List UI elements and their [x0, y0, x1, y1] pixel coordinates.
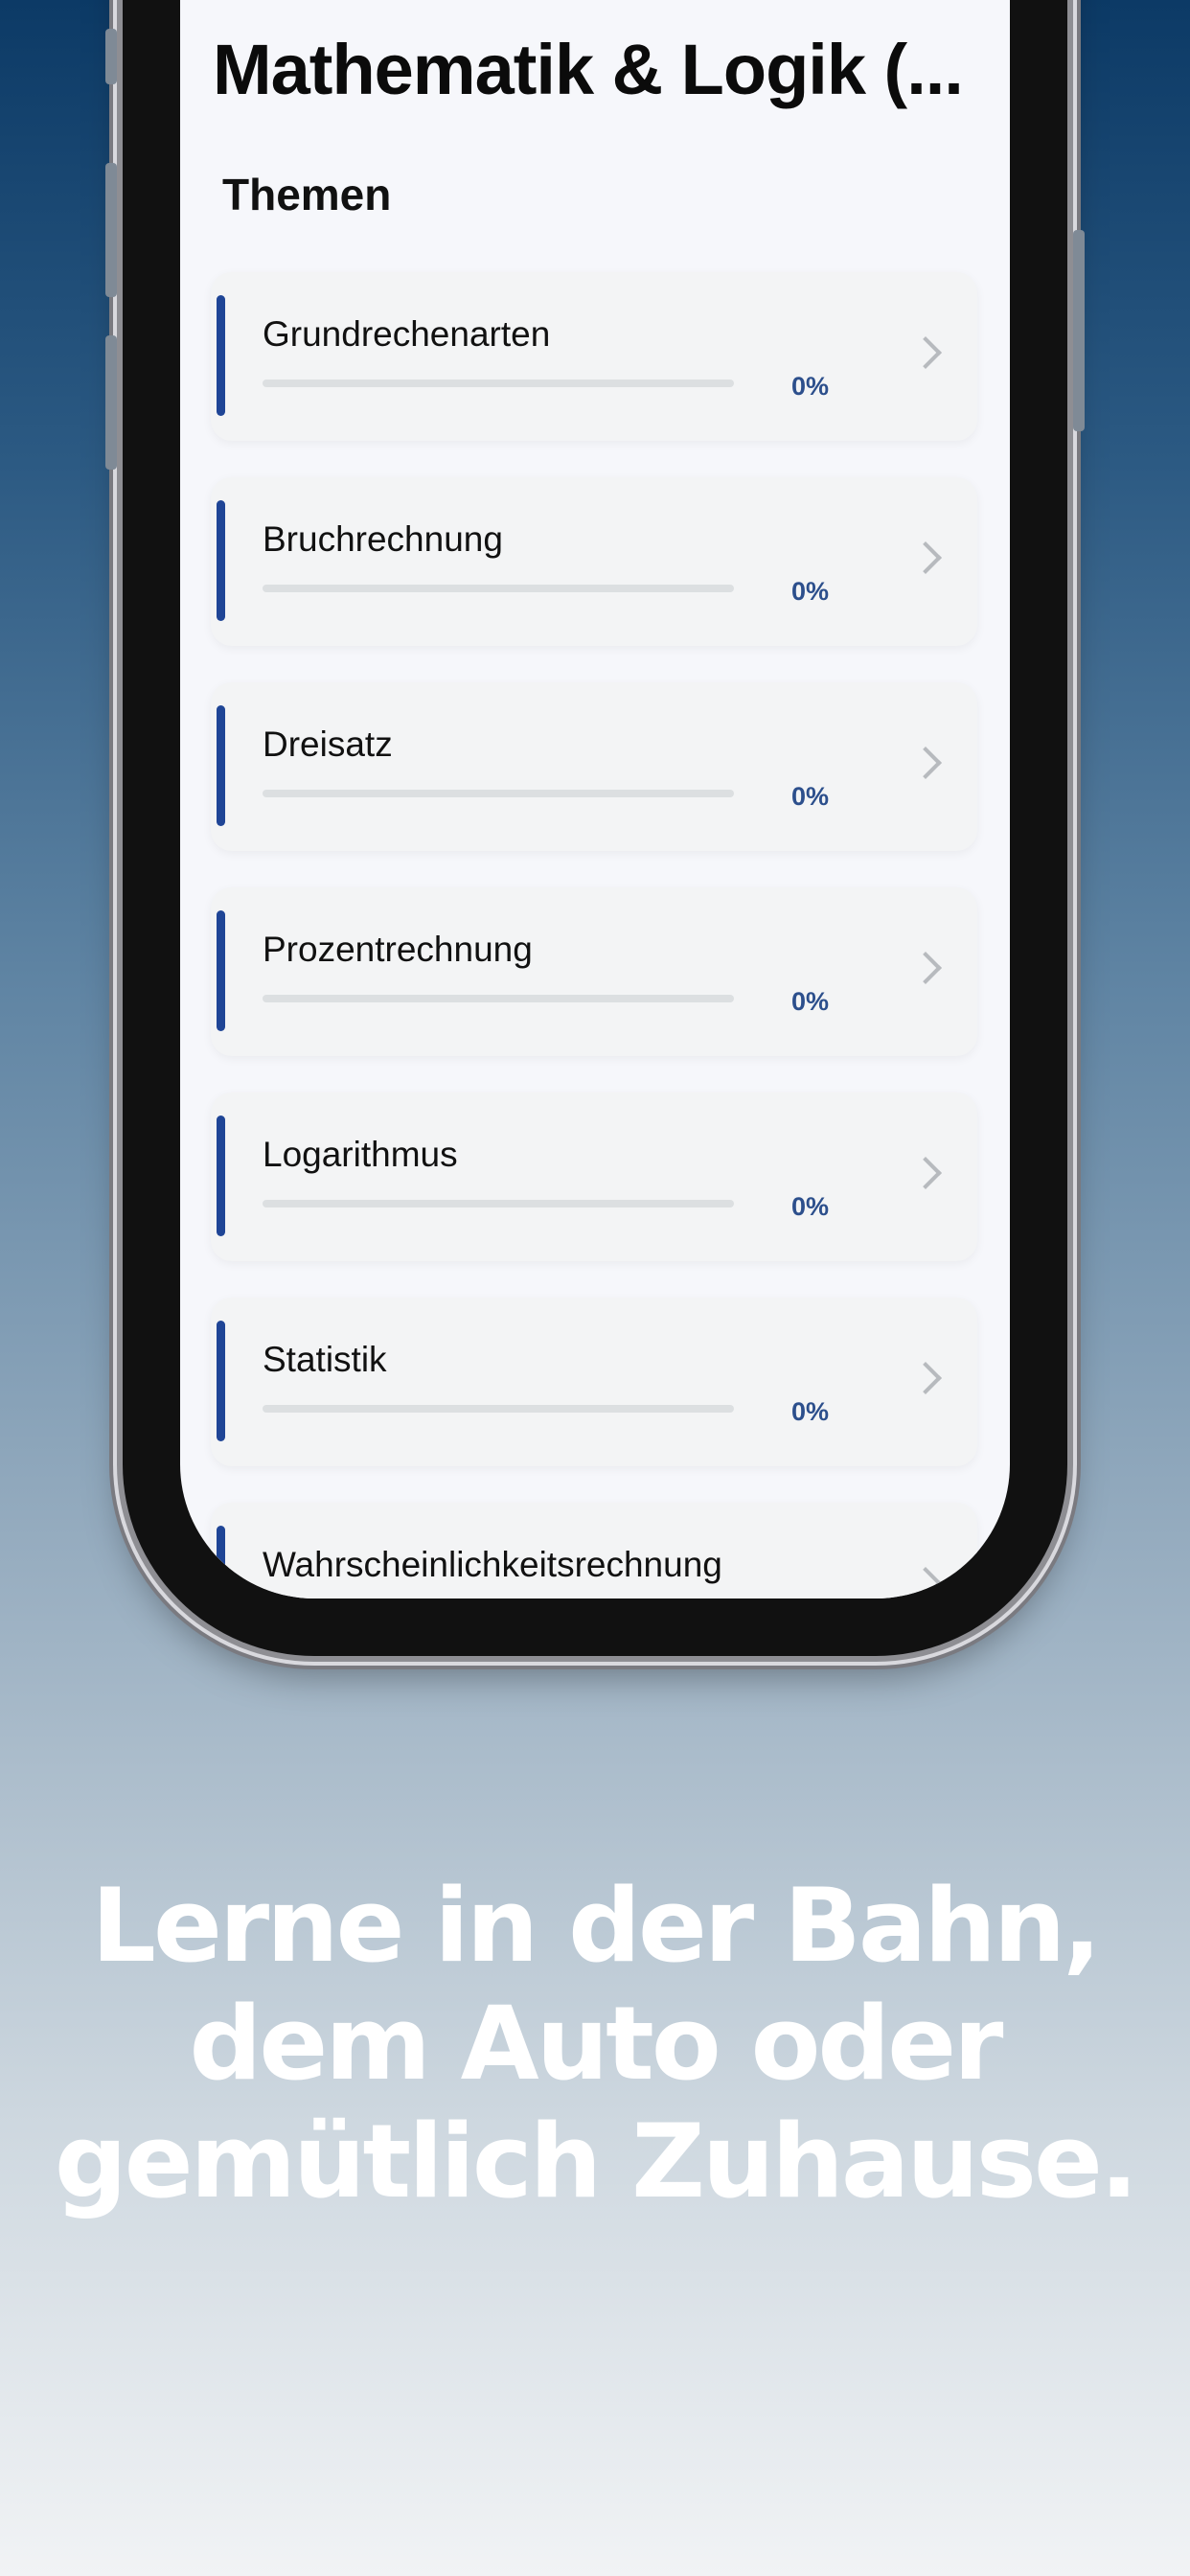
topic-label: Bruchrechnung [263, 519, 503, 559]
topic-card[interactable]: Statistik 0% [211, 1298, 977, 1466]
topic-label: Statistik [263, 1340, 387, 1379]
phone-volume-up-button [105, 163, 117, 297]
progress-percent: 0% [791, 577, 830, 606]
topic-list: Grundrechenarten 0% Bruchrechnung 0% Dre… [211, 272, 977, 1598]
progress-percent: 0% [791, 1192, 830, 1221]
progress-percent: 0% [791, 1397, 830, 1426]
card-accent-bar [217, 1321, 225, 1441]
chevron-right-icon [909, 747, 942, 779]
phone-frame: Mathematik & Logik (... Themen Grundrech… [105, 0, 1085, 1656]
topic-card[interactable]: Wahrscheinlichkeitsrechnung 0% [211, 1503, 977, 1598]
progress-bar [263, 1200, 734, 1208]
chevron-right-icon [909, 952, 942, 984]
progress-bar [263, 1405, 734, 1413]
topic-label: Dreisatz [263, 724, 393, 764]
marketing-headline: Lerne in der Bahn, dem Auto oder gemütli… [0, 1867, 1190, 2220]
progress-percent: 0% [791, 372, 830, 401]
chevron-right-icon [909, 1362, 942, 1394]
topic-card[interactable]: Prozentrechnung 0% [211, 887, 977, 1056]
progress-percent: 0% [791, 987, 830, 1016]
progress-bar [263, 790, 734, 797]
card-accent-bar [217, 910, 225, 1031]
chevron-right-icon [909, 541, 942, 574]
headline-line-3: gemütlich Zuhause. [54, 2103, 1138, 2220]
phone-power-button [1073, 230, 1085, 431]
topic-label: Prozentrechnung [263, 930, 533, 969]
headline-line-2: dem Auto oder [189, 1985, 1004, 2103]
chevron-right-icon [909, 1157, 942, 1189]
card-accent-bar [217, 705, 225, 826]
headline-line-1: Lerne in der Bahn, [91, 1867, 1101, 1985]
progress-bar [263, 995, 734, 1002]
card-accent-bar [217, 295, 225, 416]
section-title-themen: Themen [222, 170, 392, 219]
app-screen: Mathematik & Logik (... Themen Grundrech… [180, 0, 1010, 1598]
topic-label: Logarithmus [263, 1135, 458, 1174]
progress-bar [263, 585, 734, 592]
topic-label: Grundrechenarten [263, 314, 551, 354]
topic-card[interactable]: Dreisatz 0% [211, 682, 977, 851]
chevron-right-icon [909, 1567, 942, 1598]
topic-label: Wahrscheinlichkeitsrechnung [263, 1545, 722, 1584]
chevron-right-icon [909, 336, 942, 369]
topic-card[interactable]: Bruchrechnung 0% [211, 477, 977, 646]
card-accent-bar [217, 500, 225, 621]
phone-volume-down-button [105, 335, 117, 470]
progress-percent: 0% [791, 782, 830, 811]
progress-bar [263, 380, 734, 387]
phone-side-button [105, 29, 117, 84]
topic-card[interactable]: Logarithmus 0% [211, 1092, 977, 1261]
topic-card[interactable]: Grundrechenarten 0% [211, 272, 977, 441]
card-accent-bar [217, 1116, 225, 1236]
card-accent-bar [217, 1526, 225, 1598]
page-title: Mathematik & Logik (... [213, 30, 964, 109]
